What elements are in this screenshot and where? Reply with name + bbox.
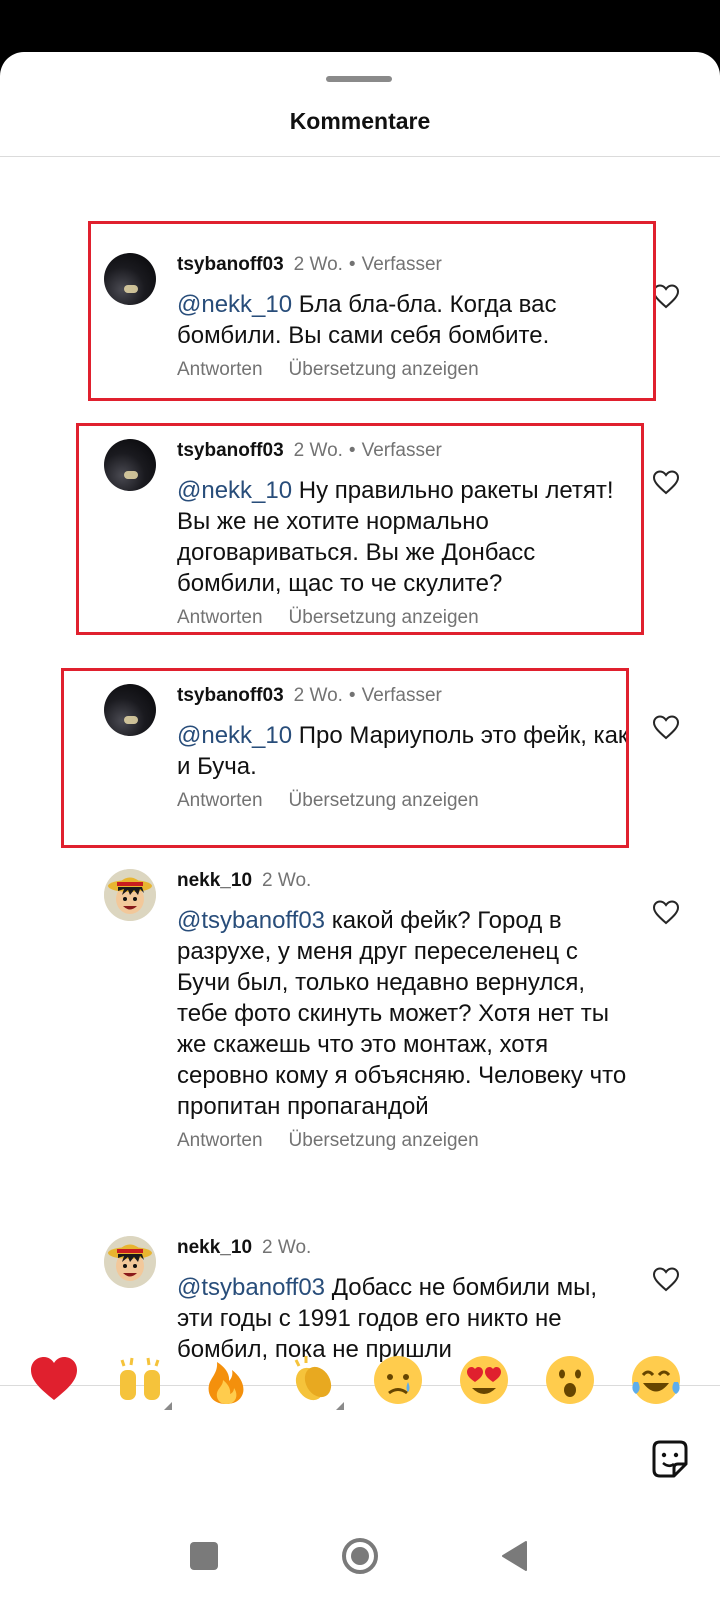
comment-time: 2 Wo. [262,1237,312,1258]
comment-time: 2 Wo. [262,870,312,891]
sheet-title: Kommentare [289,108,431,134]
like-heart-icon[interactable] [652,469,680,495]
comment-message: какой фейк? Город в разрухе, у меня друг… [177,907,627,1120]
like-heart-icon[interactable] [652,714,680,740]
recent-apps-icon[interactable] [190,1542,218,1570]
comment-text: @tsybanoff03 какой фейк? Город в разрухе… [177,905,637,1122]
like-heart-icon[interactable] [652,899,680,925]
status-bar [0,0,720,52]
back-icon[interactable] [500,1540,530,1572]
like-heart-icon[interactable] [652,283,680,309]
comment-username[interactable]: nekk_10 [177,1237,252,1258]
straw-hat-character-icon [104,1236,156,1288]
fire-emoji-icon[interactable] [198,1352,254,1408]
crying-face-emoji-icon[interactable] [370,1352,426,1408]
translate-button[interactable]: Übersetzung anzeigen [289,1130,479,1151]
drag-handle[interactable] [326,76,392,82]
sticker-icon[interactable] [648,1438,692,1482]
tears-of-joy-emoji-icon[interactable] [628,1352,684,1408]
skin-tone-indicator [336,1402,344,1410]
avatar[interactable] [104,869,156,921]
red-heart-emoji-icon[interactable] [26,1352,82,1408]
system-navigation-bar [0,1510,720,1600]
highlight-box [88,221,656,401]
comment-mention[interactable]: @tsybanoff03 [177,1274,325,1301]
comment-body: nekk_10 2 Wo. @tsybanoff03 Добасс не бомб… [177,1236,637,1365]
highlight-box [61,668,629,848]
highlight-box [76,423,644,635]
comment-body: nekk_10 2 Wo. @tsybanoff03 какой фейк? Го… [177,869,637,1152]
reply-button[interactable]: Antworten [177,1130,263,1151]
like-heart-icon[interactable] [652,1266,680,1292]
comment-meta: nekk_10 2 Wo. [177,869,637,893]
avatar[interactable] [104,1236,156,1288]
comments-list[interactable]: tsybanoff03 2 Wo. • Verfasser @nekk_10 Бла … [0,157,720,1385]
comment-mention[interactable]: @tsybanoff03 [177,907,325,934]
straw-hat-character-icon [104,869,156,921]
comment-actions: Antworten Übersetzung anzeigen [177,1130,637,1152]
comment-composer [0,1420,720,1500]
heart-eyes-emoji-icon[interactable] [456,1352,512,1408]
surprised-face-emoji-icon[interactable] [542,1352,598,1408]
comment-username[interactable]: nekk_10 [177,870,252,891]
clapping-hands-emoji-icon[interactable] [284,1352,344,1410]
comment-input[interactable] [60,1438,624,1480]
raising-hands-emoji-icon[interactable] [112,1352,172,1410]
home-icon[interactable] [340,1536,380,1576]
comment-meta: nekk_10 2 Wo. [177,1236,637,1260]
emoji-reaction-bar [0,1352,720,1412]
skin-tone-indicator [164,1402,172,1410]
